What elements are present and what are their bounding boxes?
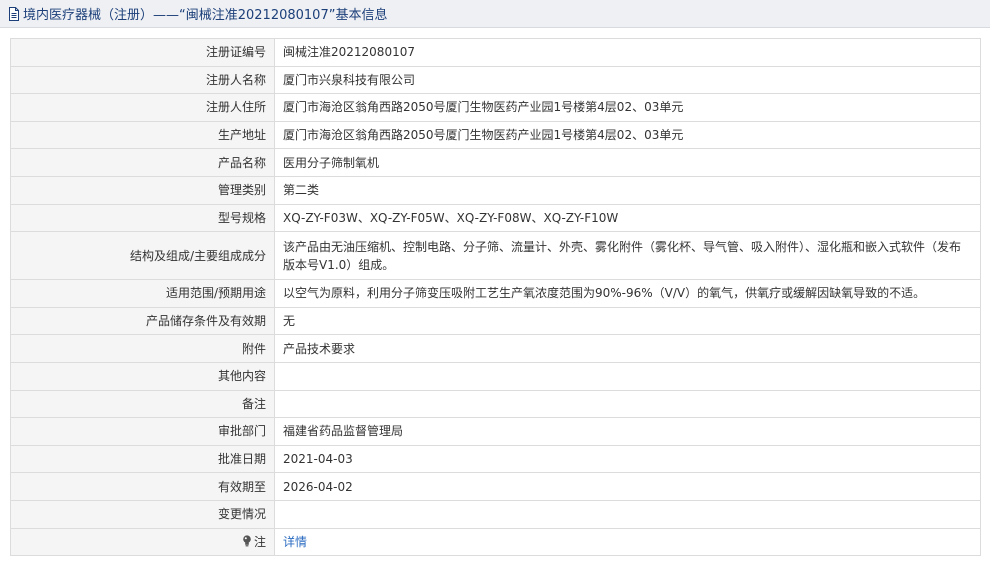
row-label: 附件 [10, 334, 275, 363]
row-label: 结构及组成/主要组成成分 [10, 231, 275, 281]
table-row: 注册人住所 厦门市海沧区翁角西路2050号厦门生物医药产业园1号楼第4层02、0… [10, 93, 981, 122]
table-row: 注册证编号 闽械注准20212080107 [10, 38, 981, 67]
document-icon [8, 6, 20, 21]
row-label: 注册人住所 [10, 93, 275, 122]
row-label: 管理类别 [10, 175, 275, 205]
row-label: 适用范围/预期用途 [10, 279, 275, 308]
table-row: 审批部门 福建省药品监督管理局 [10, 417, 981, 446]
row-value [274, 389, 981, 419]
row-label: 注 [253, 534, 266, 549]
row-value [274, 361, 981, 391]
row-value: 厦门市兴泉科技有限公司 [274, 65, 981, 95]
table-row: 注 详情 [10, 527, 981, 557]
row-value: 医用分子筛制氧机 [274, 148, 981, 177]
table-row: 批准日期 2021-04-03 [10, 444, 981, 474]
row-label: 注册人名称 [10, 65, 275, 95]
row-value: 厦门市海沧区翁角西路2050号厦门生物医药产业园1号楼第4层02、03单元 [274, 120, 981, 150]
table-row: 附件 产品技术要求 [10, 334, 981, 363]
row-label: 有效期至 [10, 472, 275, 501]
info-table: 注册证编号 闽械注准20212080107 注册人名称 厦门市兴泉科技有限公司 … [10, 38, 981, 557]
row-value: 无 [274, 306, 981, 336]
table-row: 生产地址 厦门市海沧区翁角西路2050号厦门生物医药产业园1号楼第4层02、03… [10, 120, 981, 150]
table-row: 产品储存条件及有效期 无 [10, 306, 981, 336]
row-label: 批准日期 [10, 444, 275, 474]
table-row: 产品名称 医用分子筛制氧机 [10, 148, 981, 177]
row-label: 注册证编号 [10, 38, 275, 67]
table-row: 变更情况 [10, 499, 981, 529]
row-value: 2026-04-02 [274, 472, 981, 501]
row-label: 产品储存条件及有效期 [10, 306, 275, 336]
row-label: 备注 [10, 389, 275, 419]
row-value: 福建省药品监督管理局 [274, 417, 981, 446]
page-title: 境内医疗器械（注册）——“闽械注准20212080107”基本信息 [23, 8, 388, 23]
table-row: 有效期至 2026-04-02 [10, 472, 981, 501]
details-link[interactable]: 详情 [283, 535, 307, 549]
row-value [274, 499, 981, 529]
row-value: XQ-ZY-F03W、XQ-ZY-F05W、XQ-ZY-F08W、XQ-ZY-F… [274, 203, 981, 233]
page-header: 境内医疗器械（注册）——“闽械注准20212080107”基本信息 [0, 0, 990, 28]
table-row: 型号规格 XQ-ZY-F03W、XQ-ZY-F05W、XQ-ZY-F08W、XQ… [10, 203, 981, 233]
row-label: 审批部门 [10, 417, 275, 446]
table-row: 适用范围/预期用途 以空气为原料，利用分子筛变压吸附工艺生产氧浓度范围为90%-… [10, 279, 981, 308]
row-label: 生产地址 [10, 120, 275, 150]
row-value: 产品技术要求 [274, 334, 981, 363]
table-row: 其他内容 [10, 361, 981, 391]
table-row: 管理类别 第二类 [10, 175, 981, 205]
row-value: 闽械注准20212080107 [274, 38, 981, 67]
row-value-cell: 详情 [274, 527, 981, 557]
row-label: 变更情况 [10, 499, 275, 529]
row-value: 第二类 [274, 175, 981, 205]
row-value: 该产品由无油压缩机、控制电路、分子筛、流量计、外壳、雾化附件（雾化杯、导气管、吸… [274, 231, 981, 281]
table-row: 结构及组成/主要组成成分 该产品由无油压缩机、控制电路、分子筛、流量计、外壳、雾… [10, 231, 981, 281]
row-label: 型号规格 [10, 203, 275, 233]
bulb-icon [242, 534, 252, 547]
table-row: 注册人名称 厦门市兴泉科技有限公司 [10, 65, 981, 95]
row-value: 2021-04-03 [274, 444, 981, 474]
table-row: 备注 [10, 389, 981, 419]
note-label-cell: 注 [10, 527, 275, 557]
row-value: 厦门市海沧区翁角西路2050号厦门生物医药产业园1号楼第4层02、03单元 [274, 93, 981, 122]
row-value: 以空气为原料，利用分子筛变压吸附工艺生产氧浓度范围为90%-96%（V/V）的氧… [274, 279, 981, 308]
row-label: 其他内容 [10, 361, 275, 391]
row-label: 产品名称 [10, 148, 275, 177]
